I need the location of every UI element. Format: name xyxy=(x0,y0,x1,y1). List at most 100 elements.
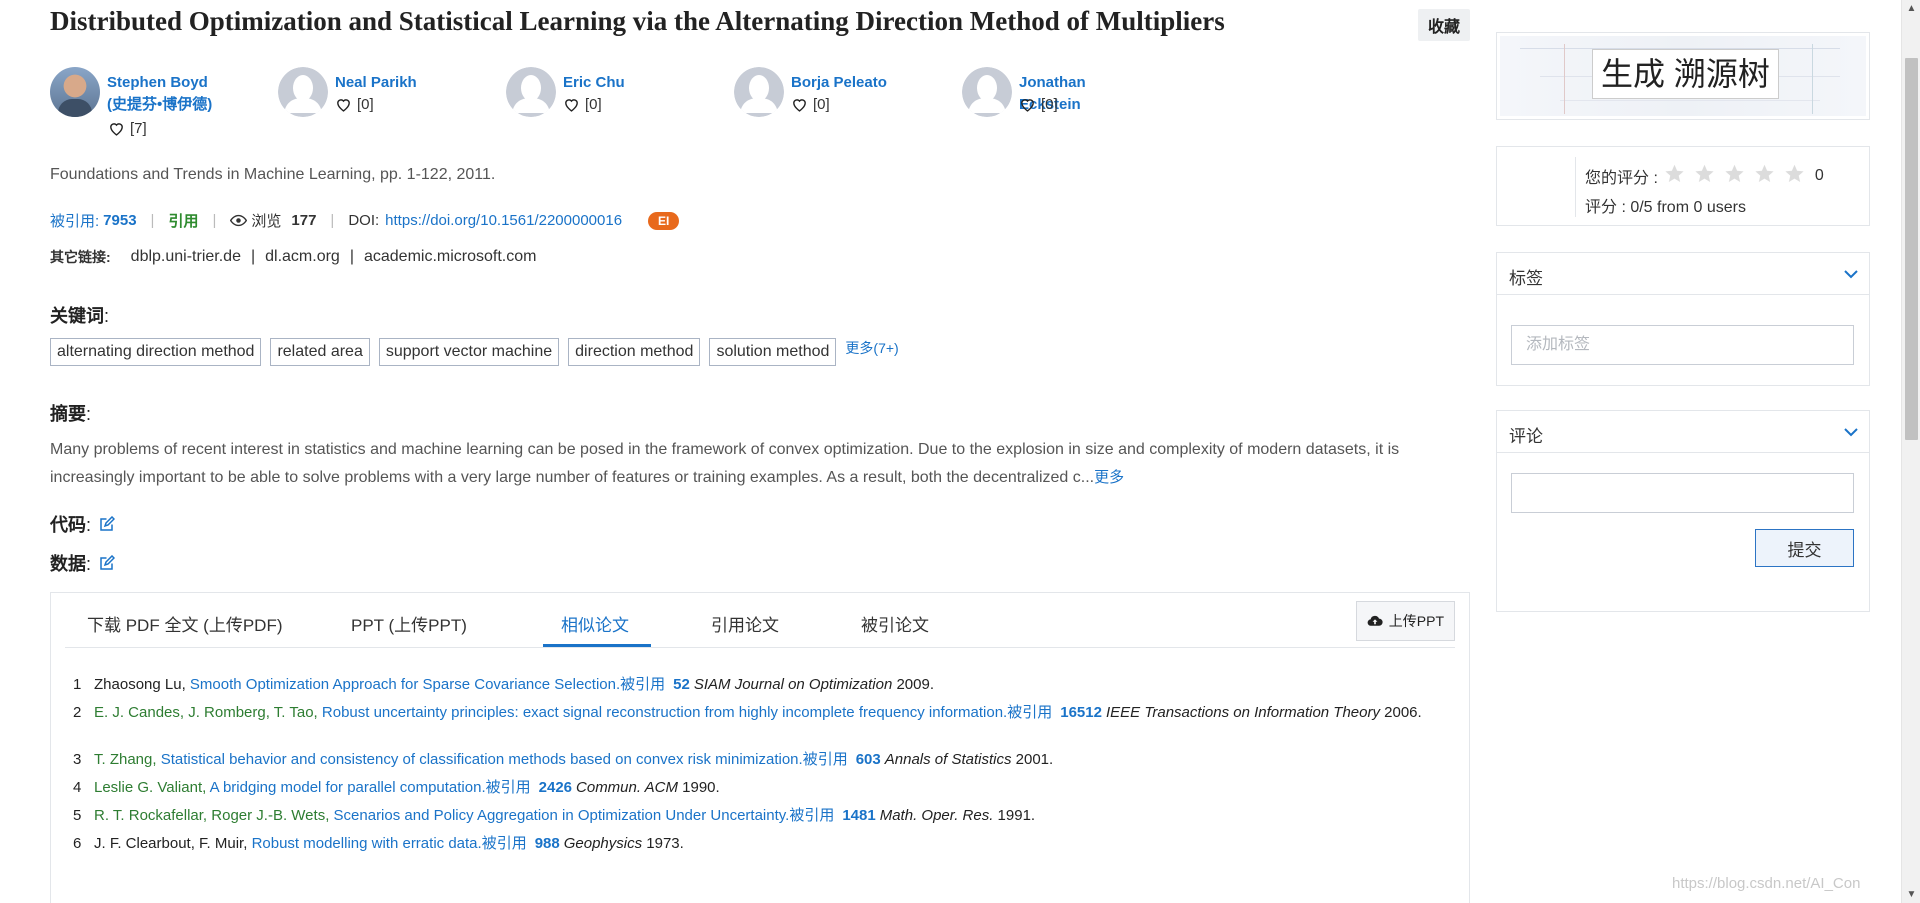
reference-index: 4 xyxy=(73,779,82,796)
your-rating-value: 0 xyxy=(1814,167,1824,184)
rating-divider xyxy=(1575,157,1576,217)
scroll-up-arrow-icon[interactable]: ▲ xyxy=(1902,0,1920,17)
star-icon[interactable] xyxy=(1754,163,1775,189)
keyword-tag[interactable]: related area xyxy=(270,338,370,366)
cite-link[interactable]: 引用 xyxy=(168,210,198,231)
reference-journal: Geophysics xyxy=(563,835,643,852)
keywords-more-link[interactable]: 更多(7+) xyxy=(845,338,898,358)
scroll-down-arrow-icon[interactable]: ▼ xyxy=(1902,886,1920,903)
reference-cited-count[interactable]: 52 xyxy=(673,676,690,693)
avatar[interactable] xyxy=(962,67,1012,117)
avatar[interactable] xyxy=(734,67,784,117)
tab-download-pdf[interactable]: 下载 PDF 全文 (上传PDF) xyxy=(87,611,283,636)
reference-title-link[interactable]: Smooth Optimization Approach for Sparse … xyxy=(190,676,620,693)
reference-authors[interactable]: R. T. Rockafellar, Roger J.-B. Wets, xyxy=(94,807,329,824)
tab-similar-papers[interactable]: 相似论文 xyxy=(561,611,629,636)
ei-badge: EI xyxy=(648,211,680,230)
star-icon[interactable] xyxy=(1694,163,1715,189)
author-name[interactable]: Borja Peleato xyxy=(791,72,887,94)
author-likes: [0] xyxy=(1019,96,1058,113)
reference-cited-count[interactable]: 988 xyxy=(535,835,560,852)
reference-title-link[interactable]: Scenarios and Policy Aggregation in Opti… xyxy=(334,807,790,824)
keyword-tag[interactable]: solution method xyxy=(709,338,837,366)
code-heading: 代码: xyxy=(50,511,116,537)
comments-header[interactable]: 评论 xyxy=(1497,411,1869,453)
generate-trace-tree-button[interactable]: 生成 溯源树 xyxy=(1592,49,1779,99)
reference-authors[interactable]: Leslie G. Valiant, xyxy=(94,779,206,796)
avatar[interactable] xyxy=(506,67,556,117)
reference-journal: Commun. ACM xyxy=(576,779,678,796)
link-separator: | xyxy=(349,248,354,265)
keyword-tag[interactable]: alternating direction method xyxy=(50,338,262,366)
cited-by-count[interactable]: 7953 xyxy=(103,212,136,229)
reference-cited-label: 被引用 xyxy=(789,807,835,824)
star-icon[interactable] xyxy=(1784,163,1805,189)
upload-ppt-button[interactable]: 上传PPT xyxy=(1355,601,1455,641)
reference-cited-count[interactable]: 603 xyxy=(856,751,881,768)
likes-count: [0] xyxy=(1041,96,1058,113)
reference-cited-count[interactable]: 16512 xyxy=(1060,704,1102,721)
reference-title-link[interactable]: Robust uncertainty principles: exact sig… xyxy=(322,704,1007,721)
likes-count: [0] xyxy=(813,96,830,113)
star-icon[interactable] xyxy=(1664,163,1685,189)
author-name-chinese: (史提芬•博伊德) xyxy=(107,96,213,113)
reference-authors[interactable]: E. J. Candes, J. Romberg, T. Tao, xyxy=(94,704,318,721)
heart-icon[interactable] xyxy=(563,96,580,113)
heart-icon[interactable] xyxy=(108,120,125,137)
reference-authors[interactable]: J. F. Clearbout, F. Muir, xyxy=(94,835,247,852)
reference-authors[interactable]: T. Zhang, xyxy=(94,751,157,768)
tab-cited-papers[interactable]: 被引论文 xyxy=(861,611,929,636)
reference-authors[interactable]: Zhaosong Lu, xyxy=(94,676,186,693)
chevron-down-icon[interactable] xyxy=(1843,266,1859,282)
reference-title-link[interactable]: Robust modelling with erratic data. xyxy=(252,835,482,852)
author-name-line: Borja Peleato xyxy=(791,74,887,91)
edit-data-icon[interactable] xyxy=(99,554,116,571)
doi-link[interactable]: https://doi.org/10.1561/2200000016 xyxy=(385,212,622,229)
author-name[interactable]: Eric Chu xyxy=(563,72,625,94)
reference-cited-label: 被引用 xyxy=(481,835,527,852)
avatar[interactable] xyxy=(278,67,328,117)
abstract-more-link[interactable]: 更多 xyxy=(1094,469,1124,486)
tags-header[interactable]: 标签 xyxy=(1497,253,1869,295)
heart-icon[interactable] xyxy=(791,96,808,113)
tab-ppt[interactable]: PPT (上传PPT) xyxy=(351,611,467,636)
add-tag-input[interactable] xyxy=(1511,325,1854,365)
likes-count: [7] xyxy=(130,120,147,137)
link-dblp[interactable]: dblp.uni-trier.de xyxy=(131,248,241,266)
author-likes: [0] xyxy=(335,96,374,113)
heading-colon: : xyxy=(86,554,92,574)
star-icon[interactable] xyxy=(1724,163,1745,189)
keyword-tag[interactable]: support vector machine xyxy=(378,338,560,366)
keyword-tag[interactable]: direction method xyxy=(568,338,701,366)
heart-icon[interactable] xyxy=(1019,96,1036,113)
reference-cited-count[interactable]: 2426 xyxy=(539,779,572,796)
tab-citing-papers[interactable]: 引用论文 xyxy=(711,611,779,636)
comment-input[interactable] xyxy=(1511,473,1854,513)
reference-item: 2 E. J. Candes, J. Romberg, T. Tao, Robus… xyxy=(73,701,1453,725)
collect-button[interactable]: 收藏 xyxy=(1417,9,1470,41)
rating-summary: 评分 : 0/5 from 0 users xyxy=(1585,199,1746,216)
chevron-down-icon[interactable] xyxy=(1843,424,1859,440)
page-scrollbar[interactable]: ▲ ▼ xyxy=(1901,0,1920,903)
author-name[interactable]: Neal Parikh xyxy=(335,72,417,94)
link-acm[interactable]: dl.acm.org xyxy=(265,248,340,266)
author-name[interactable]: Stephen Boyd (史提芬•博伊德) xyxy=(107,72,212,116)
reference-title-link[interactable]: A bridging model for parallel computatio… xyxy=(210,779,486,796)
link-separator: | xyxy=(250,248,256,265)
other-links-label: 其它链接: xyxy=(50,249,111,265)
cited-by-label: 被引用: xyxy=(50,213,100,230)
reference-title-link[interactable]: Statistical behavior and consistency of … xyxy=(161,751,803,768)
scroll-thumb[interactable] xyxy=(1905,58,1918,440)
rating-card: 您的评分 : 0 评分 : 0/5 from 0 users xyxy=(1496,146,1870,226)
heart-icon[interactable] xyxy=(335,96,352,113)
reference-index: 2 xyxy=(73,704,82,721)
reference-cited-count[interactable]: 1481 xyxy=(842,807,875,824)
avatar[interactable] xyxy=(50,67,100,117)
abstract-text: Many problems of recent interest in stat… xyxy=(50,441,1400,486)
submit-comment-button[interactable]: 提交 xyxy=(1755,529,1854,567)
reference-journal: IEEE Transactions on Information Theory xyxy=(1105,704,1380,721)
link-microsoft-academic[interactable]: academic.microsoft.com xyxy=(364,248,537,266)
meta-separator: | xyxy=(212,212,217,229)
star-rating[interactable] xyxy=(1664,163,1805,189)
edit-code-icon[interactable] xyxy=(99,515,116,532)
